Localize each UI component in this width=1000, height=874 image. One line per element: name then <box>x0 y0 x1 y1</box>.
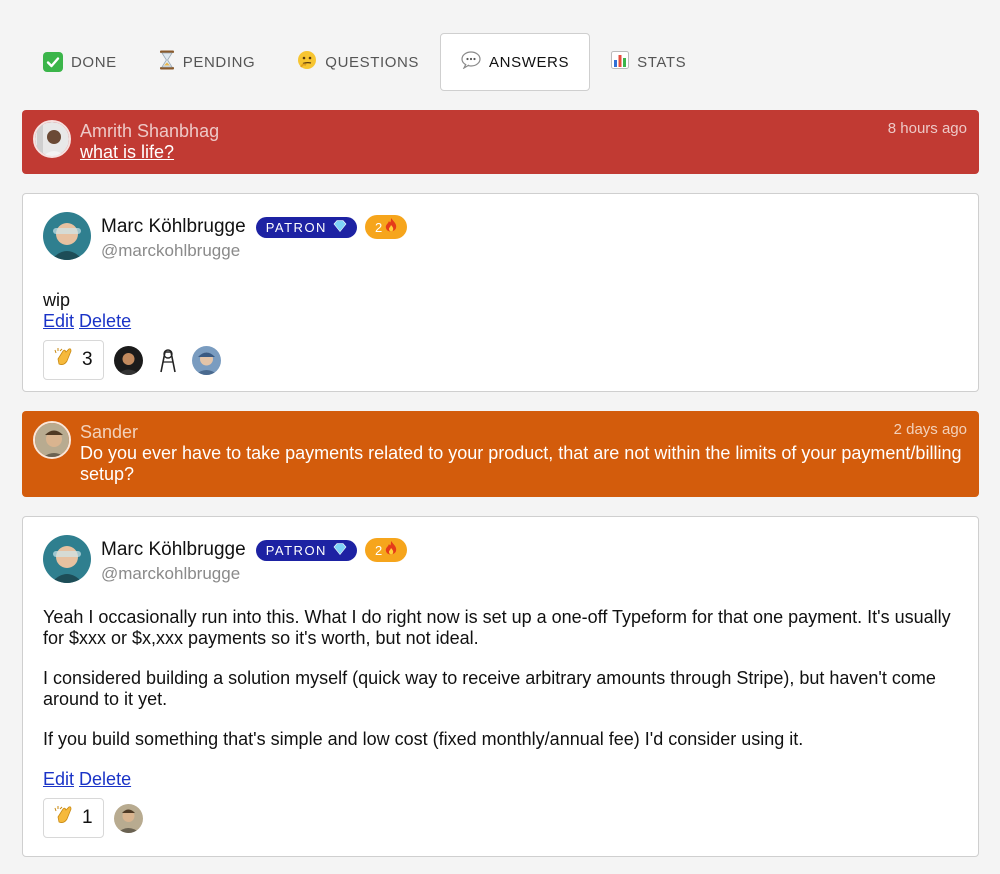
clapping-hands-icon <box>54 347 76 373</box>
reactions: 3 <box>43 340 958 380</box>
tab-label: ANSWERS <box>489 53 570 71</box>
streak-count: 2 <box>374 219 383 235</box>
reactor-avatar[interactable] <box>113 803 143 833</box>
streak-badge[interactable]: 2 <box>364 538 408 562</box>
avatar[interactable] <box>43 535 91 583</box>
fire-icon <box>385 218 397 236</box>
tab-pending[interactable]: PENDING <box>138 33 277 91</box>
streak-count: 2 <box>374 542 383 558</box>
answer-author: Marc Köhlbrugge PATRON 2 @marckohlbrugge <box>43 212 958 261</box>
avatar[interactable] <box>33 421 71 459</box>
avatar[interactable] <box>43 212 91 260</box>
question-author[interactable]: Amrith Shanbhag <box>80 120 967 142</box>
tab-label: PENDING <box>182 53 256 71</box>
reactor-avatar[interactable] <box>113 345 143 375</box>
patron-label: PATRON <box>265 219 327 235</box>
answer-card: Marc Köhlbrugge PATRON 2 @marckohlbrugge… <box>22 193 979 392</box>
answer-actions: Edit Delete <box>43 769 958 790</box>
question-text[interactable]: what is life? <box>80 142 967 163</box>
answer-paragraph: wip <box>43 290 71 310</box>
author-name[interactable]: Marc Köhlbrugge <box>101 539 246 561</box>
answer-paragraph: If you build something that's simple and… <box>43 729 804 749</box>
question-banner: Amrith Shanbhag 8 hours ago what is life… <box>22 110 979 174</box>
answer-actions: Edit Delete <box>43 311 958 332</box>
avatar[interactable] <box>33 120 71 158</box>
answer-body: wip <box>43 290 958 311</box>
check-mark-icon <box>43 52 63 72</box>
clap-count: 1 <box>82 807 93 828</box>
tab-stats[interactable]: STATS <box>590 33 707 91</box>
author-name[interactable]: Marc Köhlbrugge <box>101 216 246 238</box>
author-handle[interactable]: @marckohlbrugge <box>101 241 407 261</box>
clap-button[interactable]: 3 <box>43 340 104 380</box>
tab-label: DONE <box>71 53 117 71</box>
patron-badge[interactable]: PATRON <box>255 216 357 238</box>
answer-card: Marc Köhlbrugge PATRON 2 @marckohlbrugge… <box>22 516 979 857</box>
patron-label: PATRON <box>265 542 327 558</box>
bar-chart-icon <box>611 51 630 73</box>
tab-done[interactable]: DONE <box>22 33 138 91</box>
tab-answers[interactable]: ANSWERS <box>440 33 591 91</box>
clapping-hands-icon <box>54 805 76 831</box>
edit-link[interactable]: Edit <box>43 311 74 331</box>
answer-author: Marc Köhlbrugge PATRON 2 @marckohlbrugge <box>43 535 958 584</box>
question-author[interactable]: Sander <box>80 421 967 443</box>
gem-icon <box>333 219 347 235</box>
tab-label: STATS <box>637 53 687 71</box>
clap-button[interactable]: 1 <box>43 798 104 838</box>
gem-icon <box>333 542 347 558</box>
reactor-avatar[interactable] <box>191 345 221 375</box>
delete-link[interactable]: Delete <box>79 769 131 789</box>
answer-paragraph: Yeah I occasionally run into this. What … <box>43 607 951 648</box>
question-time: 8 hours ago <box>887 120 967 137</box>
edit-link[interactable]: Edit <box>43 769 74 789</box>
question-time: 2 days ago <box>893 421 967 438</box>
answer-body: Yeah I occasionally run into this. What … <box>43 607 958 750</box>
speech-bubble-icon <box>461 51 481 73</box>
author-handle[interactable]: @marckohlbrugge <box>101 564 407 584</box>
streak-badge[interactable]: 2 <box>364 215 408 239</box>
tab-bar: DONE PENDING QUESTIONS ANSWERS STATS <box>22 33 707 91</box>
patron-badge[interactable]: PATRON <box>255 539 357 561</box>
thinking-face-icon <box>297 50 317 74</box>
delete-link[interactable]: Delete <box>79 311 131 331</box>
reactions: 1 <box>43 798 958 838</box>
hourglass-icon <box>159 50 175 74</box>
fire-icon <box>385 541 397 559</box>
tab-questions[interactable]: QUESTIONS <box>276 33 440 91</box>
clap-count: 3 <box>82 349 93 370</box>
question-text[interactable]: Do you ever have to take payments relate… <box>80 443 967 485</box>
tab-label: QUESTIONS <box>325 53 420 71</box>
reactor-avatar[interactable] <box>152 345 182 375</box>
answer-paragraph: I considered building a solution myself … <box>43 668 936 709</box>
question-banner: Sander 2 days ago Do you ever have to ta… <box>22 411 979 497</box>
